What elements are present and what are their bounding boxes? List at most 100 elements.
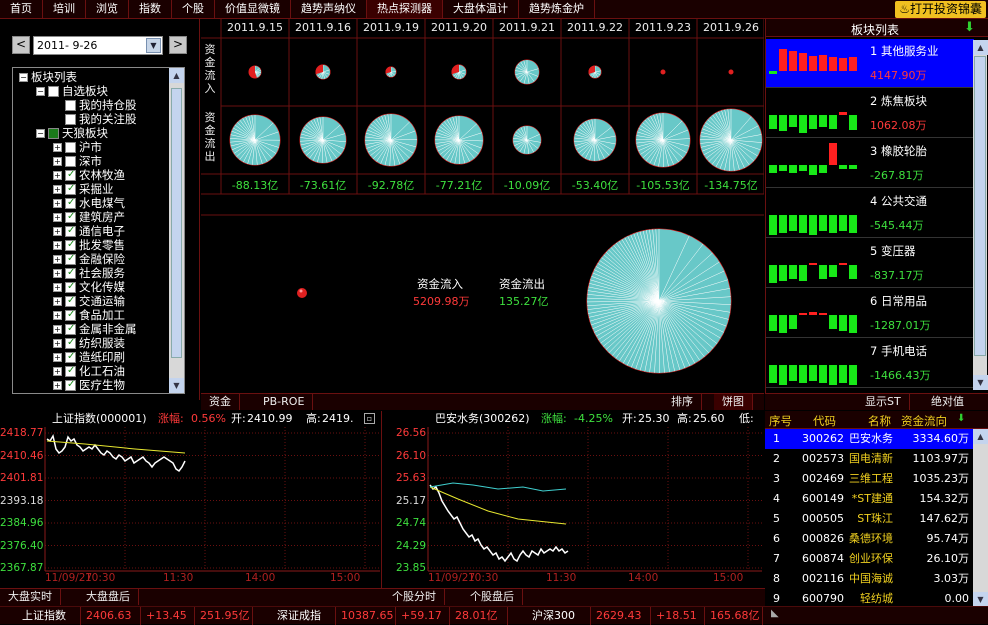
checkbox[interactable]	[65, 226, 76, 237]
sector-card[interactable]: 3 橡胶轮胎-267.81万	[766, 139, 974, 188]
checkbox[interactable]	[65, 310, 76, 321]
nav-tab[interactable]: 趋势声纳仪	[291, 0, 367, 19]
checkbox[interactable]	[65, 184, 76, 195]
expand-icon[interactable]: +	[53, 255, 62, 264]
tree-node[interactable]: 我的关注股	[53, 112, 137, 126]
inflow-pie[interactable]	[316, 65, 330, 79]
sector-scrollbar[interactable]: ▲ ▼	[973, 40, 987, 390]
next-date-button[interactable]: >	[169, 36, 187, 54]
checkbox[interactable]	[65, 380, 76, 391]
sector-card[interactable]: 5 变压器-837.17万	[766, 239, 974, 288]
table-row[interactable]: 5000505ST珠江147.62万	[765, 509, 973, 529]
checkbox[interactable]	[65, 100, 76, 111]
expand-icon[interactable]: +	[53, 283, 62, 292]
sector-card[interactable]: 1 其他服务业4147.90万	[766, 39, 974, 88]
sector-card[interactable]: 7 手机电话-1466.43万	[766, 339, 974, 388]
tree-node[interactable]: 我的持仓股	[53, 98, 137, 112]
checkbox[interactable]	[65, 212, 76, 223]
tree-node[interactable]: +文化传媒	[53, 280, 125, 294]
expand-icon[interactable]: +	[53, 213, 62, 222]
tree-node[interactable]: +化工石油	[53, 364, 125, 378]
checkbox[interactable]	[65, 240, 76, 251]
checkbox[interactable]	[65, 254, 76, 265]
scroll-down-icon[interactable]: ▼	[973, 375, 988, 390]
checkbox[interactable]	[65, 114, 76, 125]
checkbox[interactable]	[65, 142, 76, 153]
tree-node[interactable]: +水电煤气	[53, 196, 125, 210]
inflow-pie[interactable]	[661, 70, 665, 74]
tree-node[interactable]: +沪市	[53, 140, 102, 154]
expand-icon[interactable]: +	[53, 269, 62, 278]
expand-icon[interactable]: +	[53, 143, 62, 152]
expand-icon[interactable]: +	[53, 297, 62, 306]
tree-node[interactable]: +批发零售	[53, 238, 125, 252]
table-scrollbar[interactable]: ▲ ▼	[973, 429, 988, 607]
nav-tab[interactable]: 趋势炼金炉	[519, 0, 595, 19]
tab-pb-roe[interactable]: PB-ROE	[255, 394, 313, 410]
table-row[interactable]: 4600149*ST建通154.32万	[765, 489, 973, 509]
collapse-icon[interactable]: −	[19, 73, 28, 82]
table-row[interactable]: 8002116中国海诚3.03万	[765, 569, 973, 589]
expand-icon[interactable]: +	[53, 311, 62, 320]
arrow-down-icon[interactable]: ⬇	[964, 20, 975, 35]
checkbox[interactable]	[65, 198, 76, 209]
inflow-pie[interactable]	[729, 70, 733, 74]
checkbox[interactable]	[48, 128, 59, 139]
expand-icon[interactable]: +	[53, 353, 62, 362]
tab-fund[interactable]: 资金	[201, 394, 240, 410]
tree-node[interactable]: +建筑房产	[53, 210, 125, 224]
tree-node[interactable]: +交通运输	[53, 294, 125, 308]
sort-desc-icon[interactable]: ⬇	[957, 413, 965, 424]
show-st-toggle[interactable]: 显示ST	[857, 394, 910, 410]
checkbox[interactable]	[65, 170, 76, 181]
inflow-pie[interactable]	[249, 66, 261, 78]
tab-market-after[interactable]: 大盘盘后	[78, 589, 139, 605]
tab-market-realtime[interactable]: 大盘实时	[0, 589, 61, 605]
tree-node[interactable]: +深市	[53, 154, 102, 168]
sort-button[interactable]: 排序	[663, 394, 702, 410]
date-select[interactable]: 2011- 9-26▼	[33, 36, 163, 55]
outflow-pie[interactable]	[700, 109, 762, 171]
scroll-down-icon[interactable]: ▼	[973, 592, 988, 607]
scroll-up-icon[interactable]: ▲	[973, 429, 988, 444]
tree-node[interactable]: +金融保险	[53, 252, 125, 266]
window-icon[interactable]: ▫	[364, 413, 375, 424]
collapse-icon[interactable]: −	[36, 129, 45, 138]
tree-scrollbar[interactable]: ▲ ▼	[169, 68, 184, 393]
tree-node[interactable]: +纺织服装	[53, 336, 125, 350]
inflow-pie[interactable]	[452, 65, 466, 79]
nav-tab[interactable]: 热点探测器	[367, 0, 443, 19]
table-row[interactable]: 7600874创业环保26.10万	[765, 549, 973, 569]
checkbox[interactable]	[65, 366, 76, 377]
nav-tab[interactable]: 培训	[43, 0, 86, 19]
nav-tab[interactable]: 浏览	[86, 0, 129, 19]
nav-tab[interactable]: 首页	[0, 0, 43, 19]
inflow-pie[interactable]	[515, 60, 539, 84]
sector-card[interactable]: 2 炼焦板块1062.08万	[766, 89, 974, 138]
table-row[interactable]: 2002573国电清新1103.97万	[765, 449, 973, 469]
expand-icon[interactable]: +	[53, 171, 62, 180]
scroll-up-icon[interactable]: ▲	[169, 68, 184, 83]
expand-icon[interactable]: +	[53, 157, 62, 166]
tab-stock-after[interactable]: 个股盘后	[462, 589, 523, 605]
nav-tab[interactable]: 价值显微镜	[215, 0, 291, 19]
scroll-thumb[interactable]	[171, 88, 182, 358]
tree-node[interactable]: −天狼板块	[36, 126, 108, 140]
checkbox[interactable]	[65, 282, 76, 293]
expand-icon[interactable]: +	[53, 227, 62, 236]
expand-icon[interactable]: +	[53, 325, 62, 334]
checkbox[interactable]	[65, 338, 76, 349]
scroll-up-icon[interactable]: ▲	[973, 40, 988, 55]
table-row[interactable]: 1300262巴安水务3334.60万	[765, 429, 973, 449]
checkbox[interactable]	[65, 352, 76, 363]
outflow-pie[interactable]	[636, 113, 690, 167]
collapse-icon[interactable]: −	[36, 87, 45, 96]
col-code[interactable]: 代码	[813, 413, 836, 429]
outflow-pie[interactable]	[365, 114, 417, 166]
tree-node[interactable]: +采掘业	[53, 182, 114, 196]
scroll-down-icon[interactable]: ▼	[169, 378, 184, 393]
sector-card[interactable]: 6 日常用品-1287.01万	[766, 289, 974, 338]
tree-node[interactable]: +医疗生物	[53, 378, 125, 392]
checkbox[interactable]	[65, 268, 76, 279]
tree-node[interactable]: −自选板块	[36, 84, 108, 98]
